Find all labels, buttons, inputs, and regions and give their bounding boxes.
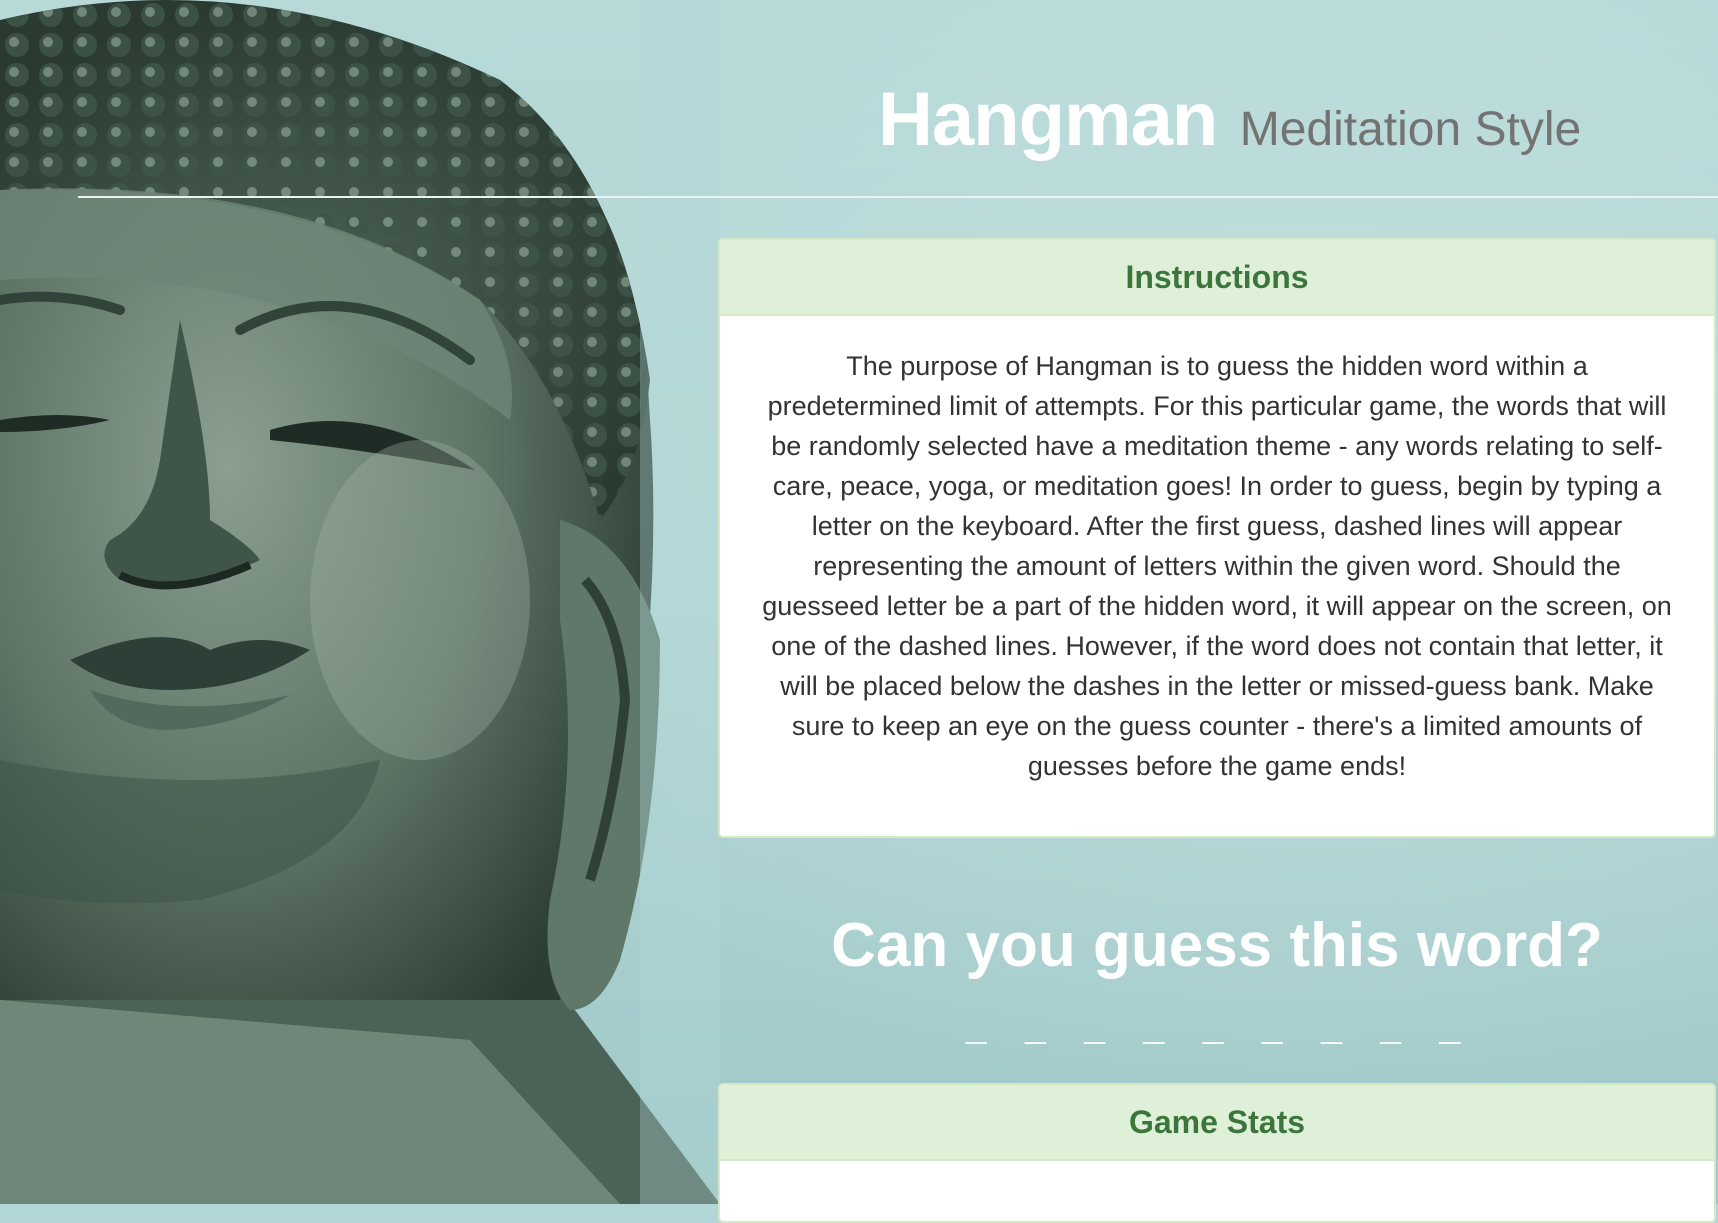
page-header: Hangman Meditation Style [78, 0, 1718, 198]
instructions-heading: Instructions [720, 240, 1714, 316]
game-stats-panel: Game Stats [718, 1083, 1716, 1223]
instructions-text: The purpose of Hangman is to guess the h… [762, 351, 1672, 781]
title-group: Hangman Meditation Style [878, 76, 1581, 163]
instructions-panel: Instructions The purpose of Hangman is t… [718, 238, 1716, 838]
game-stats-heading: Game Stats [720, 1085, 1714, 1161]
page-subtitle: Meditation Style [1239, 103, 1582, 156]
page-title: Hangman [878, 77, 1218, 162]
guess-prompt: Can you guess this word? [831, 911, 1603, 980]
word-blanks: _ _ _ _ _ _ _ _ _ [965, 1010, 1469, 1051]
